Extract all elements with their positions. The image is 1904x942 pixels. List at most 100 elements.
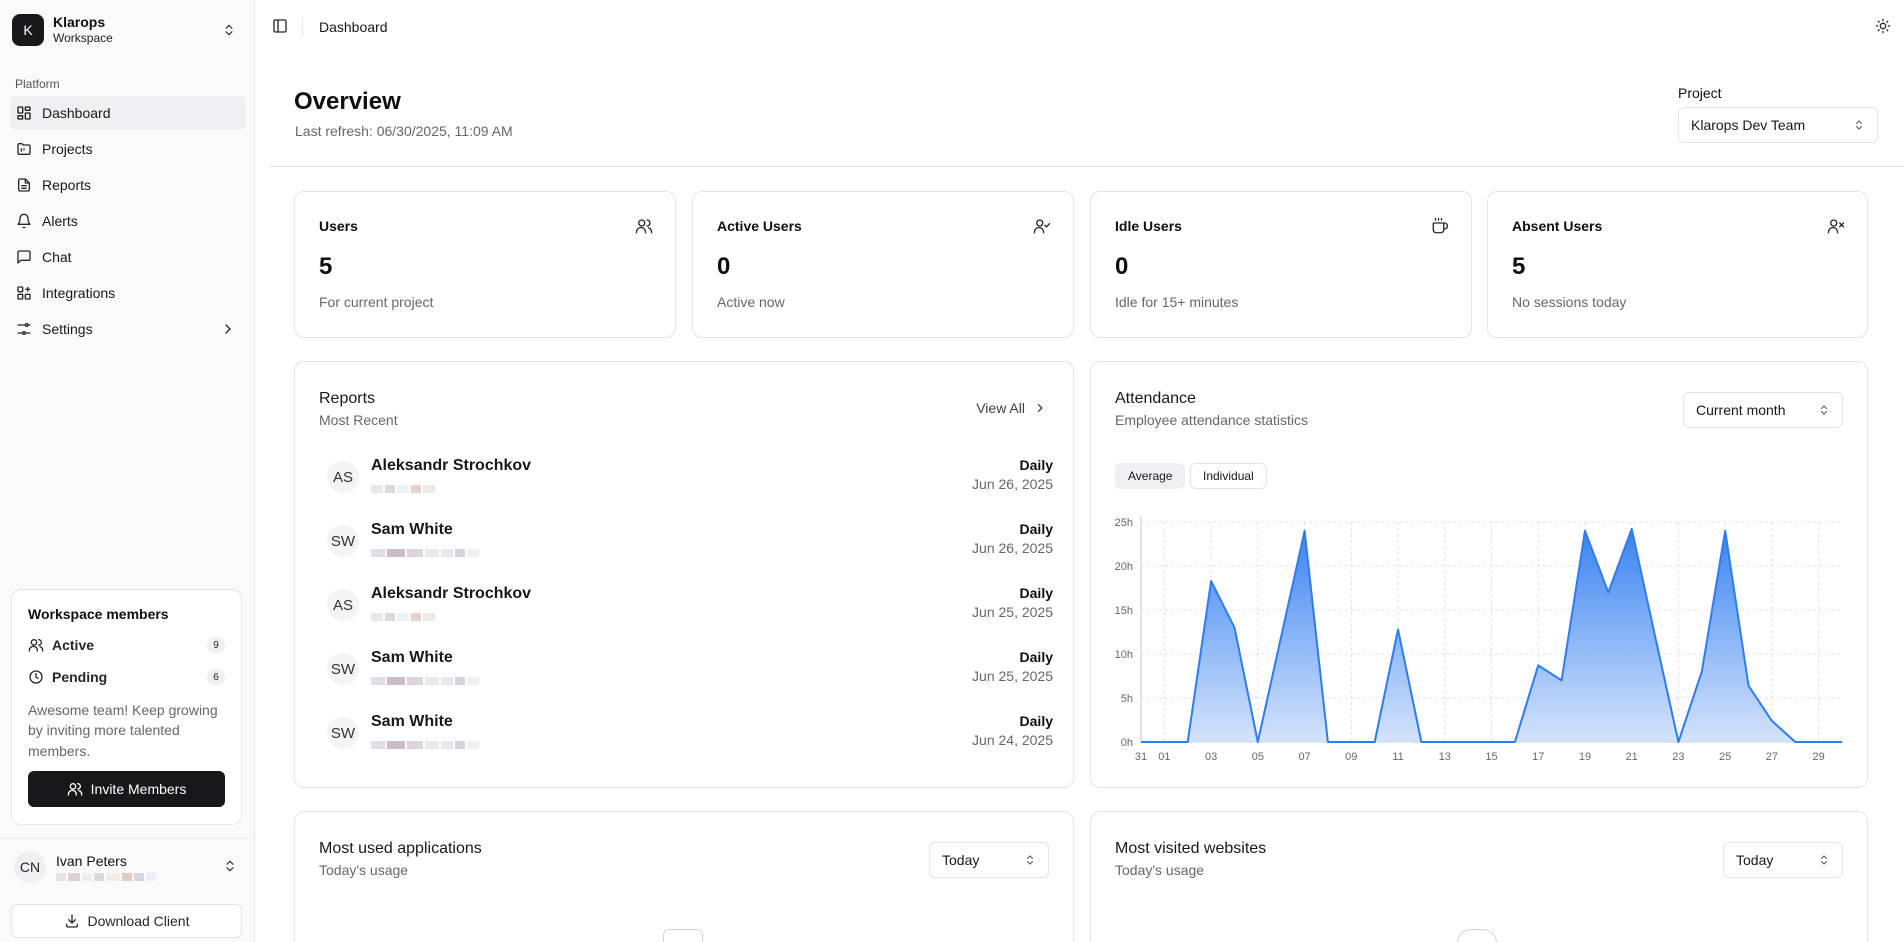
view-all-link[interactable]: View All [976,400,1047,416]
apps-card: Most used applications Today's usage Tod… [294,811,1074,942]
x-tick-label: 11 [1392,751,1403,763]
download-icon [65,914,78,928]
sun-icon[interactable] [1875,18,1891,34]
members-pending-row[interactable]: Pending 6 [28,668,225,686]
workspace-logo: K [12,14,44,46]
user-x-icon [1827,219,1845,234]
top-bar: Dashboard [255,0,1904,54]
x-tick-label: 25 [1719,751,1731,763]
y-tick-label: 10h [1115,649,1133,661]
download-client-button[interactable]: Download Client [11,904,242,938]
stat-subtitle: No sessions today [1512,294,1627,310]
avatar: SW [327,525,359,557]
report-type: Daily [1019,713,1053,729]
clock-icon [29,670,43,684]
apps-period-value: Today [942,852,980,868]
redacted-email [371,549,479,557]
sidebar-item-alerts[interactable]: Alerts [10,204,246,238]
integrations-icon [17,286,31,300]
stat-title: Active Users [717,218,802,234]
members-pending-count: 6 [207,669,225,685]
report-type: Daily [1019,585,1053,601]
stat-title: Idle Users [1115,218,1182,234]
attendance-card: Attendance Employee attendance statistic… [1090,361,1868,788]
app-window-icon [663,929,703,942]
workspace-members-card: Workspace members Active 9 Pending 6 Awe… [11,589,242,825]
x-tick-label: 15 [1485,751,1497,763]
sidebar-item-label: Settings [42,321,93,337]
sidebar-item-integrations[interactable]: Integrations [10,276,246,310]
invite-members-button[interactable]: Invite Members [28,770,225,807]
users-icon [635,219,653,234]
avatar: AS [327,461,359,493]
list-item[interactable]: SW Sam White Daily Jun 26, 2025 [327,519,1053,565]
y-tick-label: 0h [1121,737,1133,749]
sidebar-item-chat[interactable]: Chat [10,240,246,274]
redacted-email [371,677,479,685]
x-tick-label: 21 [1626,751,1638,763]
apps-subtitle: Today's usage [319,862,409,878]
sidebar-item-label: Projects [42,141,93,157]
x-tick-label: 07 [1298,751,1310,763]
stat-subtitle: For current project [319,294,434,310]
users-icon [28,639,44,652]
workspace-name: Klarops [53,13,106,30]
report-author: Aleksandr Strochkov [371,457,532,474]
coffee-icon [1432,217,1449,234]
y-tick-label: 5h [1121,693,1133,705]
list-item[interactable]: SW Sam White Daily Jun 24, 2025 [327,711,1053,757]
stat-card-idle-users: Idle Users 0 Idle for 15+ minutes [1090,191,1472,338]
project-label: Project [1678,85,1722,101]
report-author: Aleksandr Strochkov [371,585,532,602]
breadcrumb: Dashboard [319,19,388,35]
sidebar-item-projects[interactable]: Projects [10,132,246,166]
project-select[interactable]: Klarops Dev Team [1678,107,1878,143]
reports-title: Reports [319,390,376,407]
sidebar-item-label: Dashboard [42,105,111,121]
sidebar-toggle-icon[interactable] [272,18,288,34]
avatar: CN [14,850,46,883]
x-tick-label: 05 [1252,751,1264,763]
stat-title: Users [319,218,358,234]
projects-icon [17,143,31,155]
chat-icon [17,250,31,264]
chevrons-up-down-icon [225,24,233,36]
report-author: Sam White [371,521,453,538]
nav-group-label: Platform [15,77,60,91]
sidebar-item-settings[interactable]: Settings [10,312,246,346]
sidebar-item-dashboard[interactable]: Dashboard [10,96,246,130]
stat-card-users: Users 5 For current project [294,191,676,338]
members-description: Awesome team! Keep growing by inviting m… [28,702,218,759]
report-author: Sam White [371,713,453,730]
members-active-row[interactable]: Active 9 [28,636,225,654]
chevron-right-icon [1037,403,1043,413]
members-active-label: Active [52,637,95,653]
websites-period-select[interactable]: Today [1723,842,1843,878]
apps-period-select[interactable]: Today [929,842,1049,878]
y-tick-label: 20h [1115,561,1133,573]
user-switcher[interactable]: CN Ivan Peters [0,838,255,894]
sidebar-item-label: Chat [42,249,72,265]
websites-period-value: Today [1736,852,1774,868]
y-tick-label: 25h [1115,517,1133,529]
list-item[interactable]: SW Sam White Daily Jun 25, 2025 [327,647,1053,693]
members-active-count: 9 [207,637,225,653]
reports-card: Reports Most Recent View All AS Aleksand… [294,361,1074,788]
y-tick-label: 15h [1115,605,1133,617]
avatar: AS [327,589,359,621]
sidebar: K Klarops Workspace Platform Dashboard P… [0,0,255,942]
workspace-switcher[interactable]: K Klarops Workspace [12,10,244,50]
redacted-email [56,872,156,881]
stat-value: 0 [1115,253,1129,280]
file-icon [18,178,30,192]
list-item[interactable]: AS Aleksandr Strochkov Daily Jun 26, 202… [327,455,1053,501]
sidebar-item-reports[interactable]: Reports [10,168,246,202]
x-tick-label: 09 [1345,751,1357,763]
user-check-icon [1033,219,1051,234]
list-item[interactable]: AS Aleksandr Strochkov Daily Jun 25, 202… [327,583,1053,629]
avatar: SW [327,717,359,749]
x-tick-label: 17 [1532,751,1544,763]
websites-title: Most visited websites [1115,840,1267,857]
sidebar-item-label: Alerts [42,213,78,229]
redacted-email [371,485,435,493]
